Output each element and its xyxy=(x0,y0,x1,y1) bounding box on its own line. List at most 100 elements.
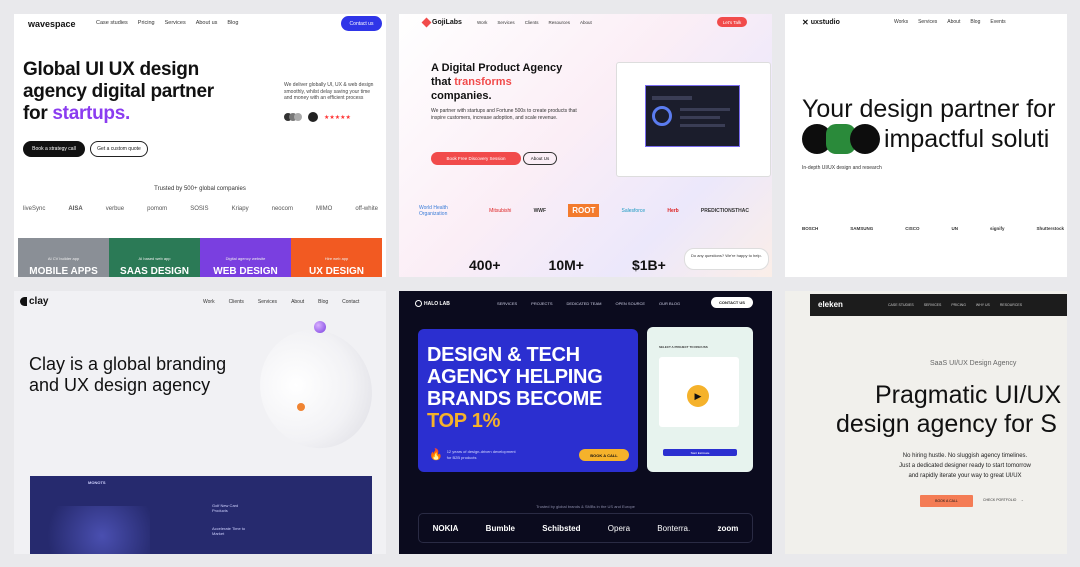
headline-line-2: agency digital partner xyxy=(23,81,214,102)
logo-livesync: liveSync xyxy=(23,206,46,212)
card-saas-design[interactable]: AI based web app SAAS DESIGN xyxy=(109,238,200,277)
nav-item-pricing[interactable]: Pricing xyxy=(138,20,155,26)
gojilabs-tile[interactable]: GojiLabs Work Services Clients Resources… xyxy=(399,14,772,277)
nav-item-dedicated-team[interactable]: DEDICATED TEAM xyxy=(567,301,602,306)
nav-item-resources[interactable]: RESOURCES xyxy=(1000,303,1022,307)
clay-tile[interactable]: clay Work Clients Services About Blog Co… xyxy=(14,291,386,554)
nav-item-events[interactable]: Events xyxy=(990,19,1005,25)
clay-nav: Work Clients Services About Blog Contact xyxy=(203,299,359,305)
logo-wwf: WWF xyxy=(533,207,547,214)
nav-item-case-studies[interactable]: CASE STUDIES xyxy=(888,303,914,307)
play-icon[interactable]: ▶ xyxy=(687,385,709,407)
contact-us-button[interactable]: CONTACT US xyxy=(711,297,753,308)
nav-item-projects[interactable]: PROJECTS xyxy=(531,301,552,306)
hero-headline: A Digital Product Agency that transforms… xyxy=(431,62,563,102)
orange-ball-icon xyxy=(297,403,305,411)
gojilabs-nav: Work Services Clients Resources About xyxy=(477,20,592,25)
hero-description: We deliver globally UI, UX & web design … xyxy=(284,82,374,101)
start-estimate-button[interactable]: Start Estimate xyxy=(663,449,737,456)
nav-item-pricing[interactable]: PRICING xyxy=(951,303,966,307)
case-preview[interactable]: MONOTS Golf New Card Products Accelerate… xyxy=(30,476,372,554)
hero-headline-2-row: impactful soluti xyxy=(802,124,1049,154)
nav-item-works[interactable]: Works xyxy=(894,19,908,25)
headline-line-1: Global UI UX design xyxy=(23,59,199,80)
trusted-text: Trusted by 500+ global companies xyxy=(154,186,246,192)
nav-item-about[interactable]: About xyxy=(580,20,592,25)
hero-body: No hiring hustle. No sluggish agency tim… xyxy=(899,453,1031,479)
nav-item-open-source[interactable]: OPEN SOURCE xyxy=(615,301,645,306)
hero-description: We partner with startups and Fortune 500… xyxy=(431,108,577,121)
nav-item-clients[interactable]: Clients xyxy=(229,299,244,305)
logo-shutterstock: Shutterstock xyxy=(1036,226,1064,231)
shape-phone-icon xyxy=(850,124,880,154)
stat-revenue: $1B+ xyxy=(631,257,666,273)
hero-subtitle: In-depth UI/UX design and research xyxy=(802,165,882,171)
nav-item-blog[interactable]: Blog xyxy=(970,19,980,25)
custom-quote-button[interactable]: Get a custom quote xyxy=(90,141,148,157)
card-mobile-apps[interactable]: AI CV builder app MOBILE APPS xyxy=(18,238,109,277)
reviews-row: ★★★★★ xyxy=(284,112,351,122)
nav-item-why-us[interactable]: WHY US xyxy=(976,303,990,307)
rating-stars: ★★★★★ xyxy=(324,114,351,121)
logo-bumble: Bumble xyxy=(485,523,516,533)
hero-headline: DESIGN & TECH AGENCY HELPING BRANDS BECO… xyxy=(427,344,603,432)
fire-icon: 🔥 xyxy=(429,449,443,461)
logo-signify: signify xyxy=(989,226,1005,231)
wavespace-tile[interactable]: wavespace Case studies Pricing Services … xyxy=(14,14,386,277)
client-logos: World Health Organization Mitsubishi WWF… xyxy=(419,204,749,217)
trusted-text: Trusted by global brands & SMBs in the U… xyxy=(536,504,635,509)
stat-users: 10M+ xyxy=(548,257,584,273)
preview-text-2: Accelerate Time to Market xyxy=(212,526,246,536)
wavespace-logo[interactable]: wavespace xyxy=(28,19,76,29)
book-call-button[interactable]: BOOK A CALL xyxy=(920,495,973,507)
card-web-design[interactable]: Digital agency website WEB DESIGN xyxy=(200,238,291,277)
eleken-tile[interactable]: eleken CASE STUDIES SERVICES PRICING WHY… xyxy=(785,291,1067,554)
purple-ball-icon xyxy=(314,321,326,333)
halolab-nav: SERVICES PROJECTS DEDICATED TEAM OPEN SO… xyxy=(497,301,680,306)
check-portfolio-link[interactable]: CHECK PORTFOLIO → xyxy=(983,498,1024,502)
nav-item-work[interactable]: Work xyxy=(477,20,487,25)
gojilabs-logo[interactable]: GojiLabs xyxy=(421,17,462,28)
client-logos: liveSync AISA verbue pomom SOSIS Kriapy … xyxy=(23,206,378,212)
eleken-logo[interactable]: eleken xyxy=(818,300,843,309)
logo-samsung: SAMSUNG xyxy=(850,226,874,231)
book-call-button[interactable]: BOOK A CALL xyxy=(579,449,629,461)
nav-item-contact[interactable]: Contact xyxy=(342,299,359,305)
3d-sphere-illustration xyxy=(240,311,386,467)
nav-item-services[interactable]: Services xyxy=(918,19,937,25)
nav-item-services[interactable]: Services xyxy=(497,20,514,25)
logo-un: UN xyxy=(951,226,959,231)
nav-item-services[interactable]: Services xyxy=(258,299,277,305)
nav-item-resources[interactable]: Resources xyxy=(548,20,570,25)
halolab-logo[interactable]: HALO LAB xyxy=(415,300,450,307)
nav-item-blog[interactable]: Blog xyxy=(227,20,238,26)
book-strategy-call-button[interactable]: Book a strategy call xyxy=(23,141,85,157)
nav-item-work[interactable]: Work xyxy=(203,299,215,305)
nav-item-clients[interactable]: Clients xyxy=(525,20,539,25)
nav-item-about[interactable]: About xyxy=(947,19,960,25)
arrow-right-icon: → xyxy=(1020,498,1024,502)
lets-talk-button[interactable]: Let's Talk xyxy=(717,17,747,27)
nav-item-services[interactable]: SERVICES xyxy=(924,303,942,307)
nav-item-about[interactable]: About xyxy=(291,299,304,305)
nav-item-blog[interactable]: OUR BLOG xyxy=(659,301,680,306)
logo-offwhite: off-white xyxy=(355,206,378,212)
nav-item-services[interactable]: Services xyxy=(165,20,186,26)
about-us-button[interactable]: About Us xyxy=(523,152,557,165)
nav-item-services[interactable]: SERVICES xyxy=(497,301,517,306)
contact-button[interactable]: Contact us xyxy=(341,16,382,31)
nav-item-case-studies[interactable]: Case studies xyxy=(96,20,128,26)
logo-predictionsthac: PREDICTIONSTHAC xyxy=(700,207,749,214)
halolab-tile[interactable]: HALO LAB SERVICES PROJECTS DEDICATED TEA… xyxy=(399,291,772,554)
uxstudio-tile[interactable]: ✕ uxstudio Works Services About Blog Eve… xyxy=(785,14,1067,277)
nav-item-about[interactable]: About us xyxy=(196,20,218,26)
discovery-session-button[interactable]: Book Free Discovery Session xyxy=(431,152,521,165)
clay-logo-icon xyxy=(20,297,27,306)
chat-bubble[interactable]: Do any questions? We're happy to help. xyxy=(684,248,769,270)
nav-item-blog[interactable]: Blog xyxy=(318,299,328,305)
card-ux-design[interactable]: Hire web app UX DESIGN xyxy=(291,238,382,277)
uxstudio-logo[interactable]: ✕ uxstudio xyxy=(802,18,840,27)
stats-row: 400+ 10M+ $1B+ xyxy=(469,257,666,273)
hero-headline: Global UI UX design agency digital partn… xyxy=(23,59,214,125)
clay-logo[interactable]: clay xyxy=(20,296,48,307)
